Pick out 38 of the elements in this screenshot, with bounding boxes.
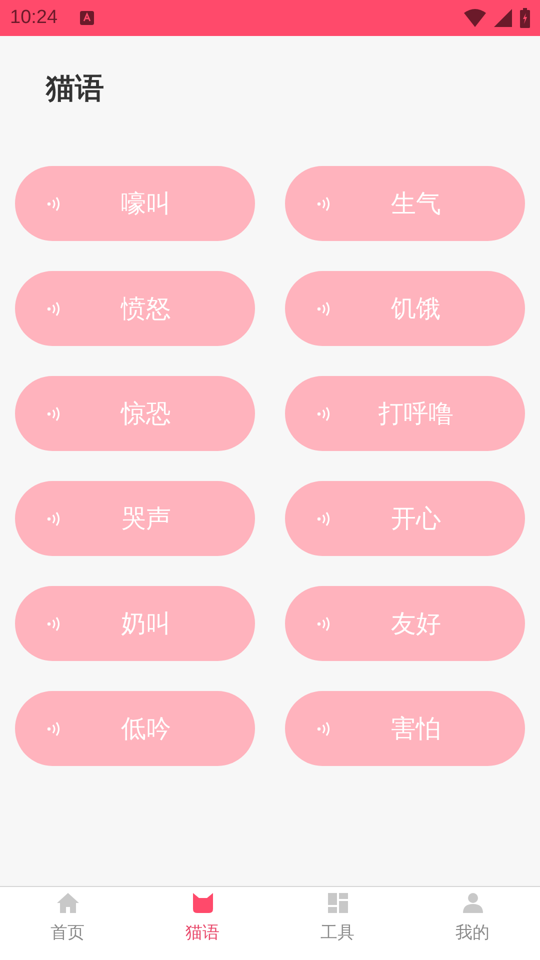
nav-tab[interactable]: 首页 bbox=[0, 887, 135, 960]
keyboard-notification-icon bbox=[80, 11, 94, 25]
sound-button[interactable]: 饥饿 bbox=[285, 271, 525, 346]
sound-wave-icon bbox=[317, 720, 331, 736]
battery-icon bbox=[520, 8, 530, 28]
sound-wave-icon bbox=[317, 510, 331, 526]
sound-wave-icon bbox=[47, 510, 61, 526]
sound-button[interactable]: 嚎叫 bbox=[15, 166, 255, 241]
sound-wave-icon bbox=[317, 616, 331, 632]
status-time: 10:24 bbox=[10, 7, 58, 29]
sound-button[interactable]: 奶叫 bbox=[15, 586, 255, 661]
wifi-icon bbox=[464, 9, 486, 27]
person-icon bbox=[462, 893, 482, 913]
sound-wave-icon bbox=[47, 196, 61, 212]
sound-wave-icon bbox=[47, 720, 61, 736]
sound-button[interactable]: 打呼噜 bbox=[285, 376, 525, 451]
sound-wave-icon bbox=[317, 406, 331, 422]
nav-tab[interactable]: 猫语 bbox=[135, 887, 270, 960]
sound-button[interactable]: 害怕 bbox=[285, 691, 525, 766]
nav-tab[interactable]: 我的 bbox=[405, 887, 540, 960]
sound-wave-icon bbox=[317, 300, 331, 316]
sound-button[interactable]: 友好 bbox=[285, 586, 525, 661]
sound-button[interactable]: 生气 bbox=[285, 166, 525, 241]
sound-wave-icon bbox=[47, 300, 61, 316]
page-title: 猫语 bbox=[46, 70, 105, 106]
nav-tab[interactable]: 工具 bbox=[270, 887, 405, 960]
sound-wave-icon bbox=[317, 196, 331, 212]
cat-head-icon bbox=[192, 893, 214, 913]
sound-wave-icon bbox=[47, 406, 61, 422]
home-icon bbox=[56, 893, 78, 913]
signal-icon bbox=[494, 9, 512, 27]
sound-wave-icon bbox=[47, 616, 61, 632]
sound-button[interactable]: 哭声 bbox=[15, 481, 255, 556]
sound-button[interactable]: 愤怒 bbox=[15, 271, 255, 346]
dashboard-icon bbox=[328, 893, 348, 913]
sound-button[interactable]: 惊恐 bbox=[15, 376, 255, 451]
sound-button[interactable]: 开心 bbox=[285, 481, 525, 556]
sound-button[interactable]: 低吟 bbox=[15, 691, 255, 766]
